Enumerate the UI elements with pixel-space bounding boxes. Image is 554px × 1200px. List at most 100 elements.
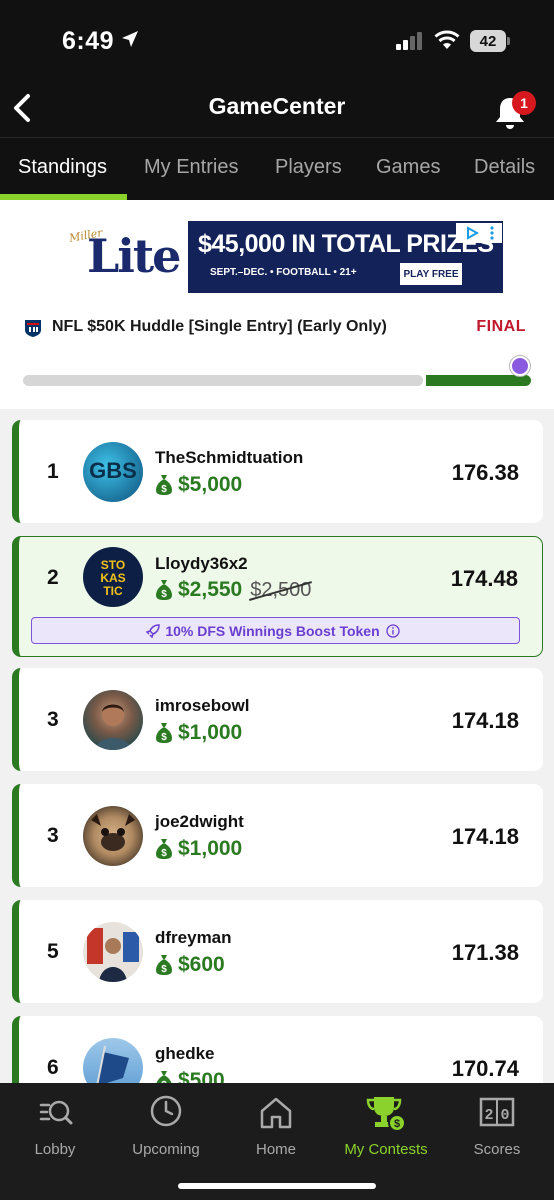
avatar-image <box>95 704 131 750</box>
standings-row[interactable]: 1 GBS TheSchmidtuation $ $5,000 176.38 <box>12 420 543 523</box>
money-bag-icon: $ <box>156 580 172 600</box>
row-prize-amount: $500 <box>178 1069 225 1083</box>
row-rank: 3 <box>47 824 59 847</box>
nav-label: Home <box>255 1141 296 1158</box>
nav-scores[interactable]: 20 Scores <box>442 1093 552 1158</box>
row-prize-amount: $1,000 <box>178 837 243 860</box>
row-prize-amount: $600 <box>178 953 225 976</box>
contest-header: NFL $50K Huddle [Single Entry] (Early On… <box>24 316 530 340</box>
nfl-shield-icon <box>25 320 41 337</box>
row-rank: 2 <box>47 566 59 589</box>
avatar-image: GBS <box>89 458 137 483</box>
row-username: Lloydy36x2 <box>155 554 248 573</box>
tab-players[interactable]: Players <box>275 156 342 179</box>
avatar-text: GBS <box>89 458 137 483</box>
ad-choices-button[interactable] <box>456 223 502 243</box>
row-username: TheSchmidtuation <box>155 448 304 467</box>
tab-my-entries[interactable]: My Entries <box>144 156 238 179</box>
money-bag-icon: $ <box>156 475 172 495</box>
status-time: 6:49 <box>62 27 115 55</box>
row-prize-amount: $2,550 <box>178 578 243 601</box>
notification-badge: 1 <box>512 91 536 115</box>
row-username: dfreyman <box>155 928 232 947</box>
contest-progress-bar <box>23 356 531 386</box>
nav-label: Scores <box>473 1141 521 1158</box>
nav-label: Upcoming <box>132 1141 200 1158</box>
row-username: joe2dwight <box>155 812 244 831</box>
row-prize: $ $2,550 $2,500 <box>155 577 311 603</box>
cellular-signal-icon <box>396 32 422 50</box>
battery-nub <box>507 37 510 45</box>
standings-row[interactable]: 5 dfreyman $ $600 171.38 <box>12 900 543 1003</box>
boost-token-badge[interactable]: 10% DFS Winnings Boost Token <box>31 617 520 644</box>
home-indicator <box>178 1183 376 1189</box>
money-bag-icon: $ <box>156 955 172 975</box>
nav-label: My Contests <box>344 1141 428 1158</box>
row-rank: 1 <box>47 460 59 483</box>
standings-content[interactable]: Miller Lite $45,000 IN TOTAL PRIZES SEPT… <box>0 200 554 1083</box>
row-score: 174.18 <box>451 824 519 849</box>
progress-user-segment <box>426 375 531 386</box>
ad-logo-area: Miller Lite <box>53 221 188 293</box>
page-title: GameCenter <box>208 93 346 119</box>
nav-home[interactable]: Home <box>221 1093 331 1158</box>
standings-row[interactable]: 6 ghedke $ $500 170.74 <box>12 1016 543 1083</box>
row-username: imrosebowl <box>155 696 250 715</box>
avatar: STO KAS TIC <box>83 547 143 607</box>
avatar-image <box>91 814 135 851</box>
tab-games[interactable]: Games <box>376 156 440 179</box>
money-bag-icon: $ <box>156 839 172 859</box>
nav-upcoming[interactable]: Upcoming <box>111 1093 221 1158</box>
contest-name: NFL $50K Huddle [Single Entry] (Early On… <box>52 318 387 335</box>
svg-text:KAS: KAS <box>100 571 125 585</box>
row-prize-original-strikethrough: $2,500 <box>250 578 312 601</box>
info-icon[interactable] <box>385 623 400 638</box>
row-rank: 6 <box>47 1056 59 1079</box>
ad-play-free-button[interactable]: PLAY FREE <box>400 263 462 285</box>
svg-text:$: $ <box>394 1118 400 1130</box>
svg-text:STO: STO <box>101 558 125 572</box>
tab-standings[interactable]: Standings <box>18 156 107 179</box>
avatar-image: STO KAS TIC <box>100 558 125 598</box>
ad-choices-icon <box>466 226 479 240</box>
row-rank: 3 <box>47 708 59 731</box>
row-score: 171.38 <box>451 940 519 965</box>
row-username: ghedke <box>155 1044 215 1063</box>
contest-summary-panel: Miller Lite $45,000 IN TOTAL PRIZES SEPT… <box>0 200 554 409</box>
app-header: GameCenter 1 <box>0 80 554 138</box>
battery-icon: 42 <box>470 30 506 52</box>
ad-headline: $45,000 IN TOTAL PRIZES <box>198 230 494 258</box>
nav-my-contests[interactable]: $ My Contests <box>331 1093 441 1158</box>
progress-track <box>23 375 423 386</box>
trophy-icon: $ <box>366 1097 406 1132</box>
avatar <box>83 806 143 866</box>
more-vertical-icon <box>489 226 494 240</box>
row-prize: $ $1,000 <box>155 836 242 862</box>
standings-row[interactable]: 3 joe2dwight $ $1,000 174.18 <box>12 784 543 887</box>
svg-text:$: $ <box>161 848 167 859</box>
row-prize: $ $1,000 <box>155 720 242 746</box>
row-prize: $ $600 <box>155 952 225 978</box>
status-bar: 6:49 42 <box>0 0 554 80</box>
avatar-image <box>87 928 139 982</box>
scoreboard-icon: 20 <box>479 1097 515 1127</box>
ad-brand-logo: Lite <box>87 229 181 283</box>
svg-text:0: 0 <box>500 1107 509 1124</box>
svg-text:$: $ <box>161 732 167 743</box>
boost-token-label: 10% DFS Winnings Boost Token <box>165 622 380 639</box>
notifications-button[interactable]: 1 <box>492 90 538 130</box>
avatar-image <box>96 1045 129 1083</box>
ad-banner[interactable]: Miller Lite $45,000 IN TOTAL PRIZES SEPT… <box>53 221 503 293</box>
svg-text:$: $ <box>161 589 167 600</box>
standings-row-user[interactable]: 2 STO KAS TIC Lloydy36x2 $ $2,550 $2,500… <box>12 536 543 657</box>
row-score: 176.38 <box>451 460 519 485</box>
svg-text:2: 2 <box>484 1107 493 1124</box>
battery-level: 42 <box>479 32 497 50</box>
row-prize-amount: $5,000 <box>178 473 243 496</box>
rocket-icon <box>146 623 161 638</box>
tab-details[interactable]: Details <box>474 156 535 179</box>
standings-row[interactable]: 3 imrosebowl $ $1,000 174.18 <box>12 668 543 771</box>
contest-status-badge: FINAL <box>476 318 526 335</box>
money-bag-icon: $ <box>156 1071 172 1083</box>
nav-lobby[interactable]: Lobby <box>0 1093 110 1158</box>
